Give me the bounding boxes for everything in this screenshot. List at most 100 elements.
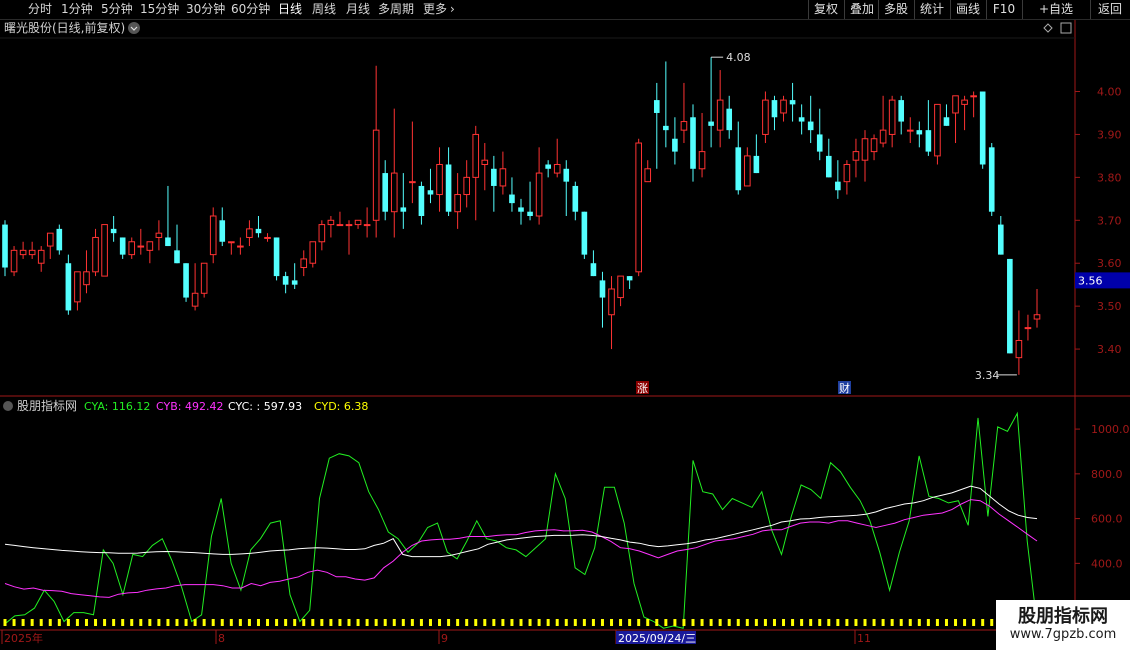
- candle-body-down: [165, 237, 171, 247]
- candle-body-down: [518, 207, 524, 212]
- candle-body-up: [852, 151, 860, 161]
- cyd-bar: [926, 619, 930, 626]
- price-tick-label: 3.70: [1097, 214, 1122, 227]
- cyd-bar: [419, 619, 423, 626]
- cyd-bar: [782, 619, 786, 626]
- candle-body-up: [906, 129, 914, 132]
- candle-body-up: [961, 99, 968, 105]
- candle-body-up: [861, 138, 869, 161]
- cyd-bar: [356, 619, 360, 626]
- cyd-bar: [202, 619, 206, 626]
- watermark: 股朋指标网 www.7gpzb.com: [996, 600, 1130, 650]
- cyd-bar: [428, 619, 432, 626]
- cyd-bar: [619, 619, 623, 626]
- candle-body-up: [300, 258, 308, 269]
- candle-body-down: [988, 147, 995, 212]
- cyd-bar: [772, 619, 776, 626]
- cyd-bar: [474, 619, 478, 626]
- price-panel-title: 曙光股份(日线,前复权): [4, 20, 125, 35]
- candle-body-down: [174, 250, 180, 264]
- cyd-bar: [519, 619, 523, 626]
- cyd-bar: [528, 619, 532, 626]
- cyd-bar: [320, 619, 324, 626]
- cyd-bar: [456, 619, 460, 626]
- cyd-bar: [39, 619, 43, 626]
- marker-zhang: 涨: [637, 382, 648, 395]
- candle-body-up: [28, 249, 36, 256]
- cyd-bar: [890, 619, 894, 626]
- candle-body-up: [608, 288, 615, 316]
- candle-body-up: [200, 262, 208, 294]
- candle-body-up: [390, 172, 398, 213]
- cyd-bar: [655, 619, 659, 626]
- cyd-bar: [863, 619, 867, 626]
- series-cyb: [4, 499, 1038, 598]
- cyd-bar: [184, 619, 188, 626]
- candle-body-down: [219, 220, 226, 242]
- panel-toggle-icon: [1060, 22, 1072, 34]
- cyd-bar: [311, 619, 315, 626]
- candle-body-up: [870, 138, 878, 153]
- candle-body-down: [626, 276, 633, 281]
- cyd-bar: [365, 619, 369, 626]
- candle-body-up: [209, 215, 217, 256]
- candle-body-down: [65, 263, 72, 311]
- candle-body-up: [237, 245, 244, 248]
- candle-body-down: [509, 194, 515, 204]
- cyd-bar: [465, 619, 469, 626]
- candle-body-up: [698, 151, 706, 170]
- cyd-bar: [763, 619, 767, 626]
- candle-body-up: [137, 245, 145, 248]
- diamond-icon: [1043, 23, 1053, 33]
- candle-body-down: [771, 100, 778, 118]
- cyd-bar: [917, 619, 921, 626]
- candle-body-down: [572, 185, 579, 212]
- candle-body-down: [916, 130, 923, 135]
- candle-body-up: [1015, 339, 1023, 359]
- cyd-bar: [238, 619, 242, 626]
- cyd-bar: [827, 619, 831, 626]
- candle-body-up: [535, 172, 543, 217]
- candle-body-up: [191, 292, 199, 307]
- cyd-bar: [573, 619, 577, 626]
- cyd-bar: [48, 619, 52, 626]
- cyd-bar: [736, 619, 740, 626]
- candle-body-down: [943, 117, 950, 126]
- marker-cai: 财: [839, 381, 850, 395]
- candle-body-down: [581, 211, 588, 255]
- cyd-bar: [57, 619, 61, 626]
- chart-canvas: 3.40 3.50 3.60 3.70 3.80 3.90 4.00 4.08 3.34 3.56…: [0, 20, 1130, 645]
- cyd-bar: [103, 619, 107, 626]
- chevron-down-icon: [128, 22, 140, 34]
- cyd-bar: [944, 619, 948, 626]
- candle-body-up: [680, 121, 688, 131]
- candle-body-up: [155, 232, 163, 238]
- cyd-bar: [329, 619, 333, 626]
- cyd-bar: [881, 619, 885, 626]
- cyd-bar: [754, 619, 758, 626]
- cyd-bar: [157, 619, 161, 626]
- candle-body-up: [481, 159, 489, 165]
- candle-body-up: [128, 241, 136, 256]
- legend-cyd: CYD: 6.38: [314, 400, 368, 413]
- cyd-bar: [220, 619, 224, 626]
- watermark-url: www.7gpzb.com: [1009, 627, 1117, 642]
- candle-body-down: [183, 263, 189, 298]
- cyd-bar: [302, 619, 306, 626]
- candle-body-down: [273, 237, 280, 277]
- candle-body-up: [716, 99, 724, 131]
- candle-body-down: [997, 224, 1004, 255]
- candle-body-down: [427, 190, 434, 195]
- candle-body-up: [553, 163, 561, 174]
- indicator-tick-label: 1000.0: [1091, 423, 1130, 436]
- candle-body-down: [119, 237, 126, 255]
- candle-body-down: [708, 121, 714, 126]
- cyd-bar: [12, 619, 16, 626]
- cyd-bar: [139, 619, 143, 626]
- cyd-bar: [447, 619, 451, 626]
- price-tick-label: 3.80: [1097, 171, 1122, 184]
- date-label-3: 2025/09/24/三: [618, 632, 696, 645]
- candle-body-up: [19, 249, 27, 256]
- candle-body-up: [336, 224, 344, 227]
- candle-body-up: [970, 95, 977, 98]
